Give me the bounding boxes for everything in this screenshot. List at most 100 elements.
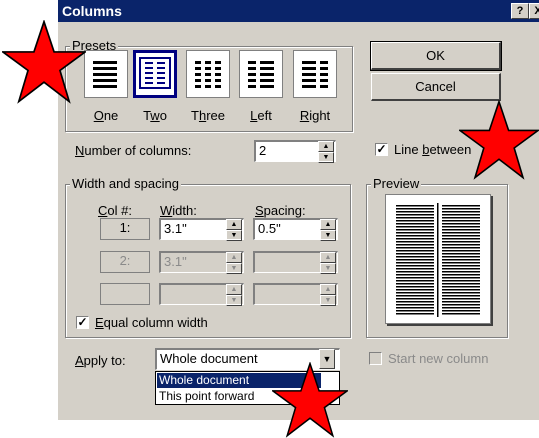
preview-line xyxy=(442,208,480,210)
star-annotation xyxy=(272,362,348,438)
preview-line xyxy=(442,280,480,282)
num-columns-spinner[interactable]: ▲ ▼ xyxy=(318,141,334,163)
preview-line xyxy=(396,277,434,279)
preview-line xyxy=(396,211,434,213)
star-annotation xyxy=(459,100,539,180)
spin-up-icon[interactable]: ▲ xyxy=(318,141,334,152)
line-between-pre: Line xyxy=(394,142,423,157)
spacing-spinner[interactable]: ▲ ▼ xyxy=(320,219,336,241)
preview-line xyxy=(396,259,434,261)
preview-group-label: Preview xyxy=(371,176,422,191)
star-annotation xyxy=(2,20,86,104)
preview-line xyxy=(396,289,434,291)
preview-line xyxy=(442,298,480,300)
spin-down-icon[interactable]: ▼ xyxy=(320,230,336,241)
preview-line xyxy=(396,271,434,273)
spin-up-icon: ▲ xyxy=(226,284,242,295)
preset-two-rest: o xyxy=(159,108,167,123)
preview-line xyxy=(396,208,434,210)
spin-up-icon: ▲ xyxy=(320,252,336,263)
preview-line xyxy=(396,229,434,231)
col-number-cell: 2: xyxy=(100,251,150,273)
preview-line xyxy=(442,256,480,258)
spacing-header: Spacing: xyxy=(255,203,306,218)
preset-left[interactable] xyxy=(239,50,283,98)
accel-n: N xyxy=(75,143,85,158)
preview-divider xyxy=(437,203,439,317)
preview-line xyxy=(442,211,480,213)
preset-three[interactable] xyxy=(186,50,230,98)
preview-line xyxy=(442,253,480,255)
preview-line xyxy=(396,268,434,270)
preview-line xyxy=(442,220,480,222)
preview-line xyxy=(442,217,480,219)
preview-line xyxy=(396,253,434,255)
preview-line xyxy=(396,235,434,237)
num-columns-label: Number of columns: xyxy=(75,143,191,158)
preview-line xyxy=(442,292,480,294)
ok-button[interactable]: OK xyxy=(370,41,502,71)
preset-two[interactable] xyxy=(133,50,177,98)
line-between-checkbox[interactable]: ✓ xyxy=(375,143,388,156)
spin-up-icon[interactable]: ▲ xyxy=(320,219,336,230)
apply-to-label-rest: pply to: xyxy=(83,353,126,368)
accel-w2: W xyxy=(160,203,173,218)
preset-two-label: Two xyxy=(125,108,185,123)
apply-to-label: Apply to: xyxy=(75,353,126,368)
accel-a: A xyxy=(75,353,84,368)
col-number-cell: 1: xyxy=(100,218,150,240)
preview-line xyxy=(396,238,434,240)
preview-line xyxy=(442,250,480,252)
apply-to-value: Whole document xyxy=(160,351,258,366)
spin-down-icon[interactable]: ▼ xyxy=(318,152,334,163)
preset-right[interactable] xyxy=(293,50,337,98)
col-number-header: Col #: xyxy=(98,203,132,218)
preview-line xyxy=(396,223,434,225)
preset-one-icon xyxy=(93,61,117,88)
preview-line xyxy=(442,238,480,240)
preview-line xyxy=(442,268,480,270)
num-columns-label-rest: umber of columns: xyxy=(84,143,192,158)
preview-line xyxy=(396,307,434,309)
preview-line xyxy=(442,283,480,285)
close-button[interactable]: X xyxy=(529,3,539,19)
preview-line xyxy=(396,250,434,252)
preview-line xyxy=(442,235,480,237)
preview-line xyxy=(442,295,480,297)
accel-r: R xyxy=(299,108,310,123)
preset-one[interactable] xyxy=(84,50,128,98)
width-spinner[interactable]: ▲ ▼ xyxy=(226,219,242,241)
preview-line xyxy=(442,205,480,207)
equal-width-rest: qual column width xyxy=(103,315,208,330)
preset-one-rest: ne xyxy=(103,108,119,123)
preview-line xyxy=(396,286,434,288)
preview-line xyxy=(442,271,480,273)
cancel-button[interactable]: Cancel xyxy=(371,73,501,101)
preview-line xyxy=(396,280,434,282)
spin-down-icon: ▼ xyxy=(226,295,242,306)
preview-line xyxy=(442,277,480,279)
equal-width-checkbox[interactable]: ✓ xyxy=(76,316,89,329)
spin-down-icon: ▼ xyxy=(320,295,336,306)
col-number-cell xyxy=(100,283,150,305)
preview-line xyxy=(442,301,480,303)
preset-left-icon xyxy=(248,61,274,88)
preview-line xyxy=(396,244,434,246)
start-new-column-checkbox xyxy=(369,352,382,365)
spacing-header-rest: pacing: xyxy=(263,203,306,218)
preview-line xyxy=(442,310,480,312)
preset-two-icon xyxy=(139,57,171,89)
preset-three-rest: ree xyxy=(206,108,225,123)
preview-line xyxy=(442,244,480,246)
preview-line xyxy=(396,265,434,267)
preview-line xyxy=(442,247,480,249)
preset-three-label: Three xyxy=(178,108,238,123)
help-button[interactable]: ? xyxy=(511,3,529,19)
preview-line xyxy=(396,295,434,297)
spin-up-icon[interactable]: ▲ xyxy=(226,219,242,230)
spacing-spinner: ▲ ▼ xyxy=(320,284,336,306)
option-this-point-forward[interactable]: This point forward xyxy=(157,389,256,404)
spin-up-icon: ▲ xyxy=(226,252,242,263)
spin-down-icon[interactable]: ▼ xyxy=(226,230,242,241)
preview-line xyxy=(396,241,434,243)
